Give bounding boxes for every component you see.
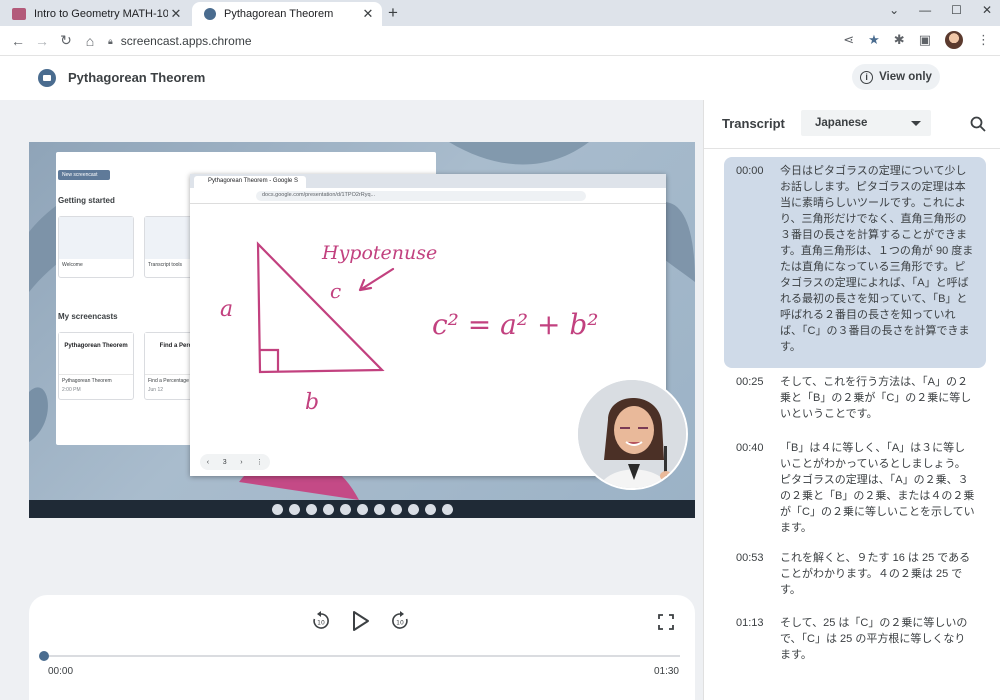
divider	[704, 148, 1000, 149]
forward-arrow-icon[interactable]: →	[30, 33, 54, 49]
url-field[interactable]: 🔒︎ screencast.apps.chrome	[108, 30, 888, 52]
reload-icon[interactable]: ↻	[54, 32, 78, 49]
close-icon[interactable]: ✕	[168, 6, 184, 22]
tab-pythagorean-theorem[interactable]: Pythagorean Theorem ✕	[192, 2, 382, 26]
plus-icon[interactable]: +	[388, 3, 398, 23]
forward-seconds: 10	[396, 620, 404, 627]
lock-icon: 🔒︎	[108, 35, 113, 46]
pythagorean-equation: c² = a² + b²	[432, 308, 599, 341]
caret-down-icon	[911, 121, 921, 126]
transcript-segment[interactable]: 01:13 そして、25 は「C」の２乗に等しいので、「C」は 25 の平方根に…	[724, 609, 986, 669]
segment-time: 00:00	[736, 165, 764, 177]
star-icon[interactable]: ★	[868, 32, 880, 48]
rewind-10-icon[interactable]: 10	[311, 611, 331, 631]
new-screencast-button[interactable]: New screencast	[58, 170, 110, 180]
segment-text: 今日はピタゴラスの定理について少しお話しします。ピタゴラスの定理は本当に素晴らし…	[780, 165, 974, 353]
screencast-logo-icon	[38, 69, 56, 87]
segment-text: 「B」は４に等しく、「A」は３に等しいことがわかっているとしましょう。ピタゴラス…	[780, 442, 975, 534]
side-a-label: a	[220, 297, 233, 322]
extensions-icon[interactable]: ✱	[894, 32, 905, 48]
slides-address-bar: docs.google.com/presentation/d/1TPO2rRyq…	[190, 188, 666, 204]
screencast-card[interactable]: Pythagorean Theorem Pythagorean Theorem …	[58, 332, 134, 400]
my-screencasts-heading: My screencasts	[58, 312, 118, 321]
transcript-title: Transcript	[722, 116, 785, 131]
webcam-presenter	[576, 378, 688, 490]
language-select[interactable]: Japanese	[801, 110, 931, 136]
card-label: Pythagorean Theorem	[62, 378, 112, 384]
forward-10-icon[interactable]: 10	[390, 611, 410, 631]
segment-text: そして、25 は「C」の２乗に等しいので、「C」は 25 の平方根に等しくなりま…	[780, 617, 968, 661]
slide-number: 3	[222, 458, 227, 466]
chevron-right-icon[interactable]: ›	[240, 459, 242, 466]
url-text: screencast.apps.chrome	[120, 34, 252, 48]
segment-text: そして、これを行う方法は、「A」の２乗と「B」の２乗が「C」の２乗に等しいという…	[780, 376, 972, 420]
transcript-segment[interactable]: 00:25 そして、これを行う方法は、「A」の２乗と「B」の２乗が「C」の２乗に…	[724, 368, 986, 433]
tab-strip: Intro to Geometry MATH-101 ✕ Pythagorean…	[0, 0, 1000, 26]
close-icon[interactable]: ✕	[360, 6, 376, 22]
card-thumbnail	[59, 217, 133, 259]
fullscreen-icon[interactable]	[658, 614, 674, 630]
desktop-shelf	[29, 500, 695, 518]
classroom-favicon-icon	[12, 8, 26, 20]
slide-pager: ‹ 3 › ⋮	[200, 454, 270, 470]
segment-time: 00:53	[736, 552, 764, 564]
home-icon[interactable]: ⌂	[78, 33, 102, 49]
segment-time: 00:25	[736, 376, 764, 388]
segment-time: 01:13	[736, 617, 764, 629]
screencast-favicon-icon	[204, 8, 216, 20]
card-welcome[interactable]: Welcome	[58, 216, 134, 278]
address-bar: ← → ↻ ⌂ 🔒︎ screencast.apps.chrome ⋖ ★ ✱ …	[0, 26, 1000, 56]
card-thumbnail: Pythagorean Theorem	[59, 333, 133, 375]
more-menu-icon[interactable]: ⋮	[977, 32, 990, 48]
close-window-icon[interactable]: ✕	[982, 3, 992, 17]
info-icon: i	[860, 70, 874, 84]
slides-tab-strip: Pythagorean Theorem - Google S	[190, 174, 666, 188]
progress-knob[interactable]	[39, 651, 49, 661]
video-frame[interactable]: New screencast Getting started Welcome T…	[29, 142, 695, 518]
tab-label: Pythagorean Theorem	[224, 8, 334, 20]
rewind-seconds: 10	[317, 620, 325, 627]
slides-tab-label: Pythagorean Theorem - Google S	[194, 176, 306, 188]
page-title: Pythagorean Theorem	[68, 70, 206, 85]
maximize-icon[interactable]: ☐	[951, 3, 962, 17]
transcript-segment[interactable]: 00:00 今日はピタゴラスの定理について少しお話しします。ピタゴラスの定理は本…	[724, 157, 986, 368]
tab-intro-geometry[interactable]: Intro to Geometry MATH-101 ✕	[0, 2, 190, 26]
side-c-label: c	[330, 279, 341, 303]
play-icon[interactable]	[348, 609, 372, 633]
tab-label: Intro to Geometry MATH-101	[34, 8, 168, 20]
transcript-segment[interactable]: 00:40 「B」は４に等しく、「A」は３に等しいことがわかっているとしましょう…	[724, 434, 986, 544]
slides-url: docs.google.com/presentation/d/1TPO2rRyq…	[256, 191, 586, 201]
transcript-panel: Transcript Japanese 00:00 今日はピタゴラスの定理につい…	[703, 100, 1000, 700]
back-arrow-icon[interactable]: ←	[6, 33, 30, 49]
card-label: Welcome	[62, 262, 83, 268]
card-meta: 2:00 PM	[62, 387, 81, 393]
segment-text: これを解くと、９たす 16 は 25 であることがわかります。４の２乗は 25 …	[780, 552, 971, 596]
presenter-image	[578, 380, 686, 488]
chevron-down-icon[interactable]: ⌄	[889, 3, 899, 17]
more-icon[interactable]: ⋮	[256, 458, 263, 466]
main-area: New screencast Getting started Welcome T…	[0, 100, 703, 700]
player-controls: 10 10 00:00 01:30	[29, 595, 695, 700]
share-icon[interactable]: ⋖	[843, 32, 854, 48]
hypotenuse-arrow	[358, 267, 395, 292]
view-only-button[interactable]: i View only	[852, 64, 940, 90]
current-time: 00:00	[48, 666, 74, 677]
right-angle-mark	[258, 348, 280, 372]
side-b-label: b	[305, 390, 319, 415]
app-header: Pythagorean Theorem i View only	[0, 56, 1000, 100]
language-value: Japanese	[815, 117, 868, 129]
transcript-segment[interactable]: 00:53 これを解くと、９たす 16 は 25 であることがわかります。４の２…	[724, 544, 986, 604]
window-controls: ⌄ — ☐ ✕	[889, 3, 992, 17]
chevron-left-icon[interactable]: ‹	[207, 459, 209, 466]
duration: 01:30	[653, 666, 679, 677]
avatar[interactable]	[945, 31, 963, 49]
view-only-label: View only	[879, 71, 932, 83]
side-panel-icon[interactable]: ▣	[919, 32, 931, 48]
hypotenuse-label: Hypotenuse	[321, 242, 437, 264]
search-icon[interactable]	[970, 116, 986, 132]
getting-started-heading: Getting started	[58, 196, 115, 205]
progress-track[interactable]	[39, 651, 680, 661]
minimize-icon[interactable]: —	[919, 3, 931, 17]
segment-time: 00:40	[736, 442, 764, 454]
